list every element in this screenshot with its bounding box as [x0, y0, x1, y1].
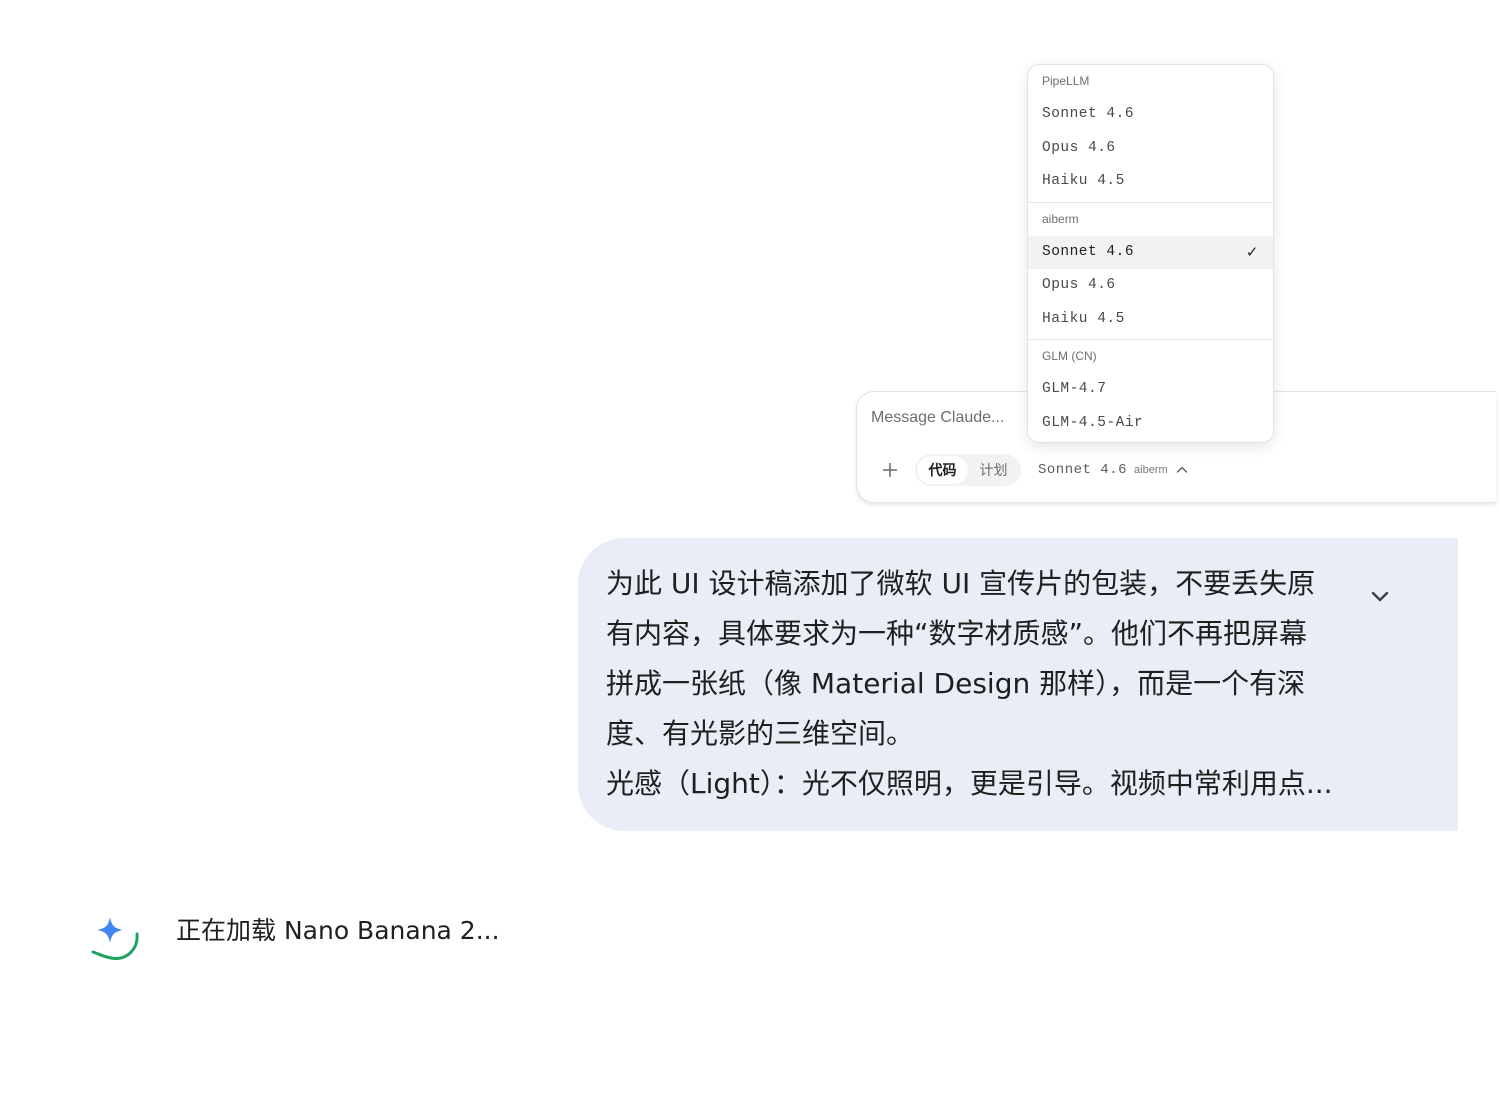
model-selector[interactable]: Sonnet 4.6 aiberm: [1038, 454, 1189, 486]
menu-item-pipellm-haiku[interactable]: Haiku 4.5: [1028, 165, 1273, 199]
menu-group-header-glm: GLM (CN): [1042, 349, 1097, 363]
current-model-name: Sonnet 4.6: [1038, 462, 1128, 478]
menu-item-label: Opus 4.6: [1042, 277, 1116, 293]
menu-item-label: GLM-4.5-Air: [1042, 414, 1144, 431]
menu-item-label: Opus 4.6: [1042, 139, 1116, 156]
menu-item-label: Haiku 4.5: [1042, 173, 1125, 189]
menu-divider: [1028, 339, 1273, 340]
menu-item-aiberm-sonnet[interactable]: Sonnet 4.6 ✓: [1028, 235, 1273, 269]
mode-code-button[interactable]: 代码: [917, 456, 968, 484]
menu-item-label: Sonnet 4.6: [1042, 106, 1135, 122]
menu-item-glm-4-7[interactable]: GLM-4.7: [1028, 373, 1273, 407]
menu-item-pipellm-opus[interactable]: Opus 4.6: [1028, 132, 1273, 166]
menu-item-aiberm-opus[interactable]: Opus 4.6: [1028, 269, 1273, 303]
model-dropdown-menu: PipeLLM Sonnet 4.6 Opus 4.6 Haiku 4.5 ai…: [1027, 64, 1274, 443]
menu-item-glm-4-5-air[interactable]: GLM-4.5-Air: [1028, 407, 1273, 441]
user-prompt-text: 为此 UI 设计稿添加了微软 UI 宣传片的包装，不要丢失原 有内容，具体要求为…: [606, 567, 1333, 800]
gemini-spark-loading-icon: [91, 917, 139, 961]
current-model-provider: aiberm: [1134, 464, 1168, 476]
check-icon: ✓: [1245, 242, 1259, 261]
chevron-up-icon: [1176, 466, 1187, 473]
add-attachment-button[interactable]: [879, 458, 901, 482]
menu-item-label: GLM-4.7: [1042, 381, 1107, 397]
menu-item-pipellm-sonnet[interactable]: Sonnet 4.6: [1028, 98, 1273, 132]
chevron-down-icon[interactable]: [1366, 582, 1394, 610]
menu-divider: [1028, 201, 1273, 203]
menu-item-aiberm-haiku[interactable]: Haiku 4.5: [1028, 303, 1273, 337]
message-input[interactable]: [871, 409, 1041, 427]
user-prompt-bubble: 为此 UI 设计稿添加了微软 UI 宣传片的包装，不要丢失原 有内容，具体要求为…: [578, 538, 1458, 831]
plus-icon: [883, 463, 897, 477]
menu-item-label: Haiku 4.5: [1042, 310, 1125, 327]
loading-status-text: 正在加载 Nano Banana 2...: [176, 916, 500, 945]
menu-group-header-aiberm: aiberm: [1042, 211, 1079, 226]
menu-group-header-pipellm: PipeLLM: [1042, 74, 1090, 88]
menu-item-label: Sonnet 4.6: [1042, 243, 1135, 260]
mode-toggle: 代码 计划: [915, 454, 1021, 486]
mode-plan-button[interactable]: 计划: [968, 456, 1019, 484]
